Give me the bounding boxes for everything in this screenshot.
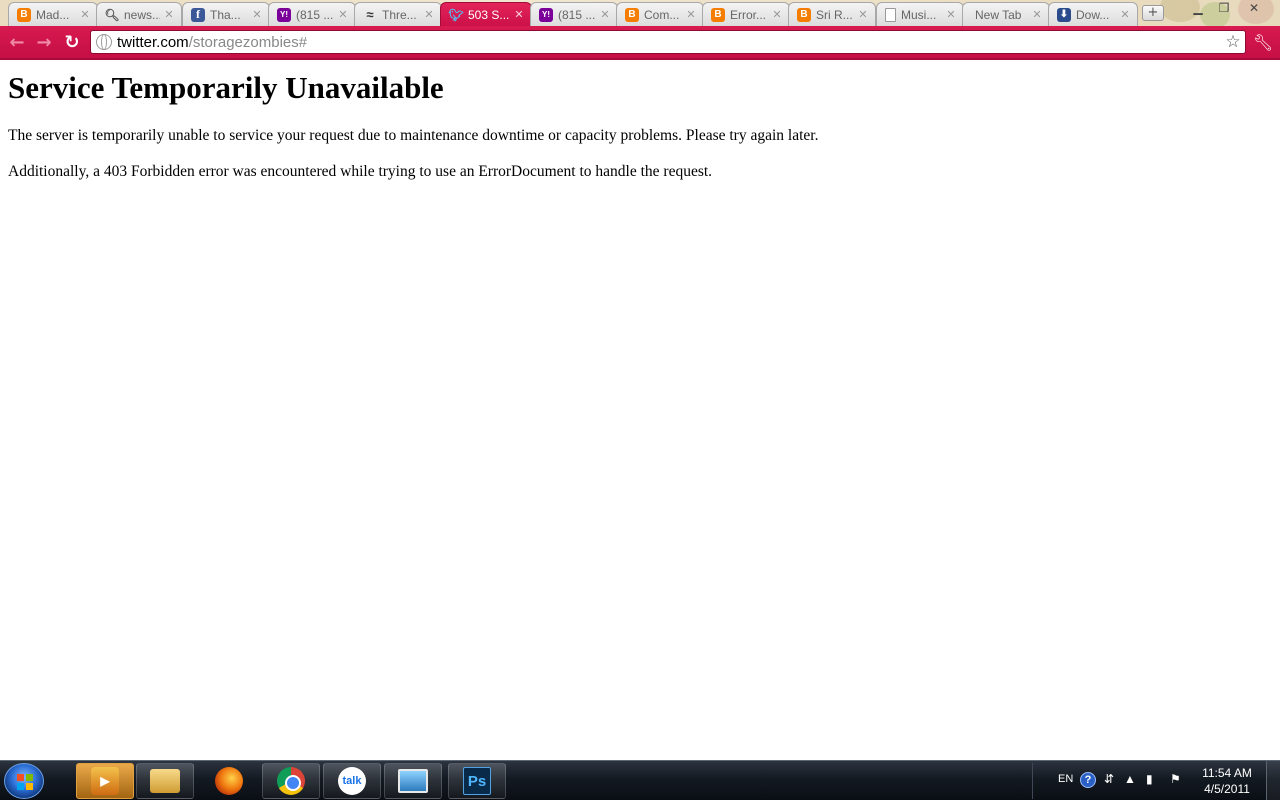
close-icon[interactable]: ✕ (771, 8, 783, 21)
twitter-bird-icon: 🐦︎ (448, 7, 464, 22)
url-host: twitter.com (117, 33, 189, 51)
browser-tab[interactable]: B Mad... ✕ (8, 2, 98, 26)
close-icon[interactable]: ✕ (599, 8, 611, 21)
tab-title: Com... (644, 7, 680, 22)
browser-tab[interactable]: New Tab ✕ (962, 2, 1050, 26)
network-icon[interactable]: ⇵ (1104, 772, 1114, 800)
tab-title: 503 S... (468, 7, 510, 22)
tray-separator (1032, 763, 1033, 799)
tab-title: Mad... (36, 7, 70, 22)
close-icon[interactable]: ✕ (163, 8, 175, 21)
taskbar-item[interactable]: ▶ (76, 763, 134, 799)
start-button[interactable] (4, 763, 44, 799)
windows-logo-icon (17, 774, 33, 790)
clock-date: 4/5/2011 (1204, 782, 1250, 796)
page-content: Service Temporarily Unavailable The serv… (0, 60, 1280, 760)
yahoo-mail-icon: Y! (539, 7, 553, 22)
download-icon: ⬇ (1057, 7, 1071, 22)
language-indicator[interactable]: EN (1058, 773, 1073, 800)
back-button[interactable]: ← (6, 32, 28, 54)
action-center-flag-icon[interactable]: ⚑ (1170, 772, 1181, 800)
taskbar-item[interactable] (262, 763, 320, 799)
search-icon: 🔍︎ (104, 7, 120, 22)
tab-title: (815 ... (558, 7, 596, 22)
tab-title: New Tab (975, 7, 1022, 22)
tab-title: news... (124, 7, 160, 22)
error-message: The server is temporarily unable to serv… (8, 127, 819, 144)
forward-button[interactable]: → (33, 32, 55, 54)
browser-tab[interactable]: Y! (815 ... ✕ (530, 2, 618, 26)
tab-strip: B Mad... ✕ 🔍︎ news... ✕ f Tha... ✕ Y! (8… (0, 0, 1280, 26)
window-close-icon[interactable]: ✕ (1240, 0, 1268, 18)
close-icon[interactable]: ✕ (79, 8, 91, 21)
system-clock[interactable]: 11:54 AM 4/5/2011 (1196, 765, 1258, 800)
error-detail: Additionally, a 403 Forbidden error was … (8, 163, 713, 180)
minimize-icon[interactable]: ▁ (1184, 0, 1212, 18)
photo-viewer-icon (398, 769, 428, 793)
close-icon[interactable]: ✕ (251, 8, 263, 21)
close-icon[interactable]: ✕ (337, 8, 349, 21)
taskbar-item[interactable]: Ps (448, 763, 506, 799)
close-icon[interactable]: ✕ (1119, 8, 1131, 21)
page-icon (885, 7, 896, 22)
close-icon[interactable]: ✕ (423, 8, 435, 21)
globe-icon (96, 34, 112, 50)
tab-title: (815 ... (296, 7, 334, 22)
blogger-icon: B (17, 7, 31, 22)
browser-tab-active[interactable]: 🐦︎ 503 S... ✕ (440, 2, 532, 26)
browser-toolbar: ← → ↻ twitter.com/storagezombies# ☆ 🔧︎ (0, 26, 1280, 60)
tab-title: Sri R... (816, 7, 853, 22)
yahoo-mail-icon: Y! (277, 7, 291, 22)
facebook-icon: f (191, 7, 205, 22)
tab-title: Error... (730, 7, 767, 22)
bookmark-star-icon[interactable]: ☆ (1221, 32, 1245, 52)
close-icon[interactable]: ✕ (513, 8, 525, 21)
clock-time: 11:54 AM (1202, 766, 1252, 780)
show-hidden-icons-icon[interactable]: ▲ (1124, 772, 1136, 800)
browser-tab[interactable]: Y! (815 ... ✕ (268, 2, 356, 26)
photoshop-icon: Ps (463, 767, 491, 795)
windows-taskbar: ▶ talk Ps EN ? ⇵ ▲ ▮ ⚑ 11:54 AM 4/5/2011 (0, 760, 1280, 800)
windows-explorer-icon (150, 769, 180, 793)
taskbar-item[interactable] (384, 763, 442, 799)
blogger-icon: B (625, 7, 639, 22)
tab-title: Dow... (1076, 7, 1110, 22)
browser-tab[interactable]: B Com... ✕ (616, 2, 704, 26)
url-text[interactable]: twitter.com/storagezombies# (117, 34, 1221, 51)
wrench-menu-icon[interactable]: 🔧︎ (1252, 32, 1274, 54)
blogger-icon: B (711, 7, 725, 22)
restore-icon[interactable]: ❐ (1210, 0, 1238, 18)
close-icon[interactable]: ✕ (685, 8, 697, 21)
browser-tab[interactable]: ⬇ Dow... ✕ (1048, 2, 1138, 26)
page-title: Service Temporarily Unavailable (8, 70, 444, 105)
browser-tab[interactable]: 🔍︎ news... ✕ (96, 2, 182, 26)
wave-icon: ≈ (366, 7, 374, 22)
close-icon[interactable]: ✕ (1031, 8, 1043, 21)
chrome-icon (277, 767, 305, 795)
tab-title: Thre... (382, 7, 417, 22)
taskbar-item[interactable] (200, 763, 258, 799)
close-icon[interactable]: ✕ (857, 8, 869, 21)
new-tab-button[interactable]: + (1142, 5, 1164, 21)
google-talk-icon: talk (338, 767, 366, 795)
browser-tab[interactable]: f Tha... ✕ (182, 2, 270, 26)
browser-tab[interactable]: ≈ Thre... ✕ (354, 2, 442, 26)
blogger-icon: B (797, 7, 811, 22)
help-icon[interactable]: ? (1080, 772, 1096, 788)
tab-title: Tha... (210, 7, 241, 22)
battery-icon[interactable]: ▮ (1146, 772, 1153, 800)
url-path: /storagezombies# (188, 33, 308, 51)
reload-button[interactable]: ↻ (61, 32, 83, 54)
browser-tab[interactable]: Musi... ✕ (876, 2, 964, 26)
browser-tab[interactable]: B Error... ✕ (702, 2, 790, 26)
windows-media-player-icon: ▶ (91, 767, 119, 795)
taskbar-item[interactable] (136, 763, 194, 799)
close-icon[interactable]: ✕ (945, 8, 957, 21)
firefox-icon (215, 767, 243, 795)
show-desktop-button[interactable] (1266, 761, 1280, 800)
address-bar[interactable]: twitter.com/storagezombies# ☆ (90, 30, 1246, 54)
tab-title: Musi... (901, 7, 937, 22)
browser-tab[interactable]: B Sri R... ✕ (788, 2, 876, 26)
taskbar-item[interactable]: talk (323, 763, 381, 799)
